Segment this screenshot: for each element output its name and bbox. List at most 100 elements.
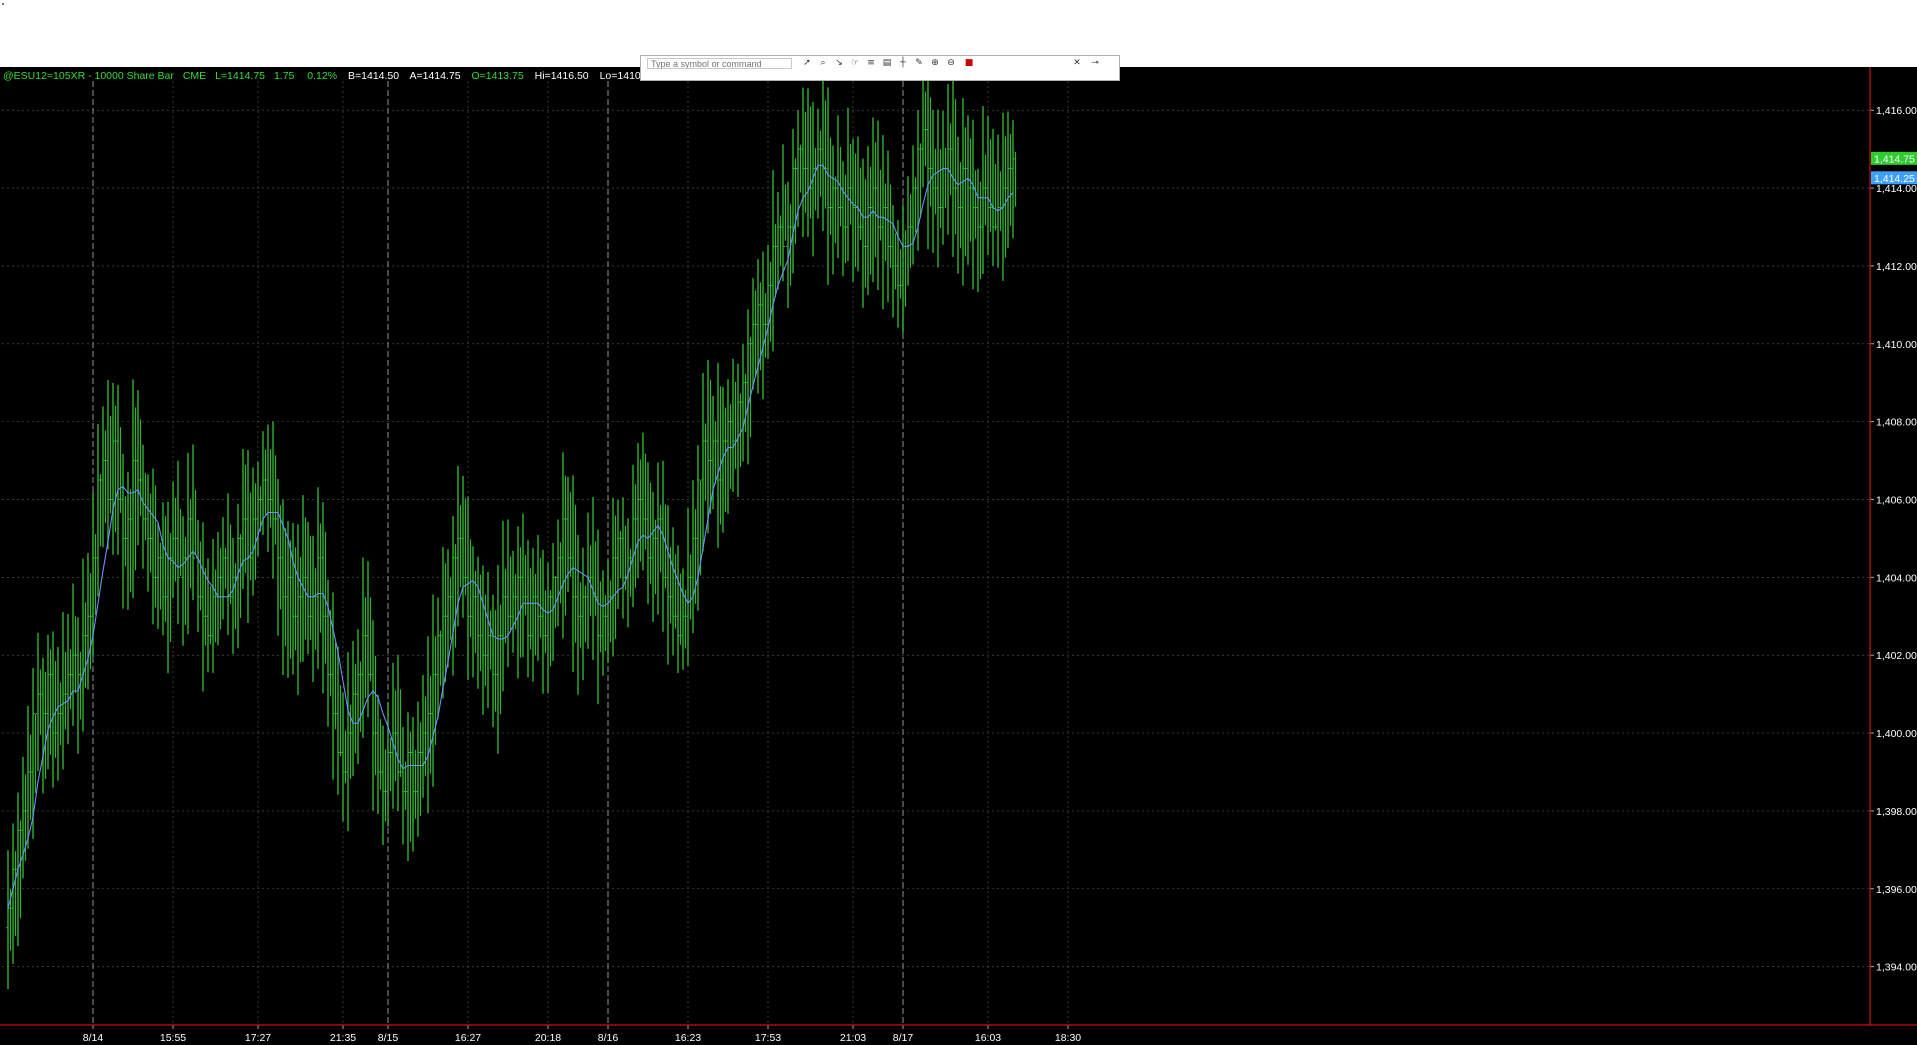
- price-bar: [976, 168, 982, 293]
- chart-toolbar: ➚ ⌕ ↘ ☞ ≡ ▤ ┼ ✎ ⊕ ⊖ ■ ✕ ⊸: [640, 55, 1120, 81]
- price-bar: [751, 278, 757, 390]
- price-bar: [476, 556, 482, 689]
- y-tick-label: 1,410.00: [1876, 339, 1917, 351]
- price-bar: [716, 362, 722, 548]
- price-bar: [581, 547, 587, 681]
- zoom-icon[interactable]: ⊕: [929, 58, 941, 69]
- price-bar: [136, 390, 142, 546]
- price-bar: [226, 493, 232, 636]
- pin-icon[interactable]: ⊸: [1089, 58, 1101, 69]
- price-bar: [461, 475, 467, 618]
- price-bar: [891, 205, 897, 318]
- price-bar: [236, 503, 242, 649]
- ask-label: A=1414.75: [409, 70, 460, 82]
- price-bar: [956, 136, 962, 274]
- price-bar: [561, 452, 567, 639]
- price-bar: [806, 88, 812, 237]
- color-palette-icon[interactable]: ■: [963, 58, 975, 69]
- price-bar: [661, 460, 667, 632]
- price-bar: [386, 702, 392, 827]
- y-tick-label: 1,414.00: [1876, 183, 1917, 195]
- price-bar: [526, 540, 532, 678]
- price-bar: [151, 468, 157, 625]
- symbol-header: @ESU12=105XR - 10000 Share Bar CME L=141…: [3, 70, 656, 82]
- grid-layer: [2, 81, 1870, 1025]
- price-bar: [636, 443, 642, 579]
- price-bar: [306, 521, 312, 654]
- svg-text:1,414.75: 1,414.75: [1874, 153, 1915, 165]
- price-bar: [101, 406, 107, 548]
- price-bar: [601, 570, 607, 676]
- price-bar: [391, 662, 397, 809]
- price-bar: [181, 516, 187, 646]
- price-bar: [246, 449, 252, 624]
- x-tick-label: 17:53: [755, 1032, 781, 1044]
- command-input[interactable]: [647, 58, 792, 69]
- price-bar: [606, 559, 612, 663]
- price-bar: [816, 108, 822, 219]
- price-bar: [841, 161, 847, 277]
- price-bar: [951, 76, 957, 257]
- price-bar: [66, 613, 72, 745]
- price-bar: [411, 717, 417, 852]
- price-bar: [971, 119, 977, 290]
- price-chart[interactable]: 1,416.00 1,414.00 1,412.00 1,410.00 1,408.00…: [0, 67, 1917, 1045]
- price-bar: [61, 612, 67, 770]
- price-bar: [786, 181, 792, 309]
- price-bar: [726, 379, 732, 514]
- bar-interval-icon[interactable]: ▤: [881, 58, 893, 69]
- price-bar: [536, 535, 542, 661]
- zoom-out-icon[interactable]: ⊖: [945, 58, 957, 69]
- close-icon[interactable]: ✕: [1071, 58, 1083, 69]
- y-tick-label: 1,398.00: [1876, 806, 1917, 818]
- price-bar: [656, 462, 662, 615]
- y-tick-label: 1,416.00: [1876, 105, 1917, 117]
- price-bar: [531, 547, 537, 682]
- price-bar: [421, 675, 427, 798]
- draw-tool-icon[interactable]: ✎: [913, 58, 925, 69]
- x-tick-label: 8/14: [83, 1032, 104, 1044]
- price-bar: [451, 516, 457, 676]
- x-tick-label: 8/15: [378, 1032, 399, 1044]
- price-bar: [856, 136, 862, 272]
- draw-line-icon[interactable]: ↘: [833, 58, 845, 69]
- cursor-arrow-icon[interactable]: ➚: [801, 58, 813, 69]
- price-bar: [826, 87, 832, 286]
- price-bar: [911, 145, 917, 265]
- price-bar: [341, 692, 347, 822]
- price-bar: [431, 594, 437, 787]
- x-tick-label: 8/17: [893, 1032, 914, 1044]
- price-bar: [166, 501, 172, 674]
- y-tick-label: 1,402.00: [1876, 650, 1917, 662]
- bid-label: B=1414.50: [348, 70, 399, 82]
- crosshair-icon[interactable]: ┼: [897, 58, 909, 69]
- price-bar: [256, 461, 262, 557]
- change-label: 1.75: [274, 70, 295, 82]
- open-label: O=1413.75: [471, 70, 523, 82]
- price-bar: [336, 646, 342, 795]
- x-tick-label: 8/16: [598, 1032, 619, 1044]
- price-bar: [146, 474, 152, 592]
- price-bar: [926, 67, 932, 250]
- price-bar: [876, 120, 882, 290]
- price-bar: [216, 532, 222, 646]
- pointer-icon[interactable]: ☞: [849, 58, 861, 69]
- price-bar: [621, 497, 627, 619]
- price-bar: [316, 487, 322, 669]
- price-bar: [466, 496, 472, 680]
- price-bar: [221, 517, 227, 620]
- average-line: [7, 164, 1014, 909]
- chart-window[interactable]: 1,416.00 1,414.00 1,412.00 1,410.00 1,408.00…: [0, 67, 1917, 1045]
- price-bar: [426, 636, 432, 814]
- zoom-in-icon[interactable]: ⌕: [817, 58, 829, 69]
- y-tick-label: 1,406.00: [1876, 494, 1917, 506]
- last-price-label: L=1414.75: [215, 70, 265, 82]
- price-bar: [731, 358, 737, 492]
- chart-type-icon[interactable]: ≡: [865, 58, 877, 69]
- x-tick-label: 18:30: [1055, 1032, 1081, 1044]
- price-bar: [71, 583, 77, 726]
- x-tick-label: 20:18: [535, 1032, 561, 1044]
- price-bar: [906, 176, 912, 286]
- price-bar: [401, 727, 407, 845]
- price-bar: [646, 462, 652, 605]
